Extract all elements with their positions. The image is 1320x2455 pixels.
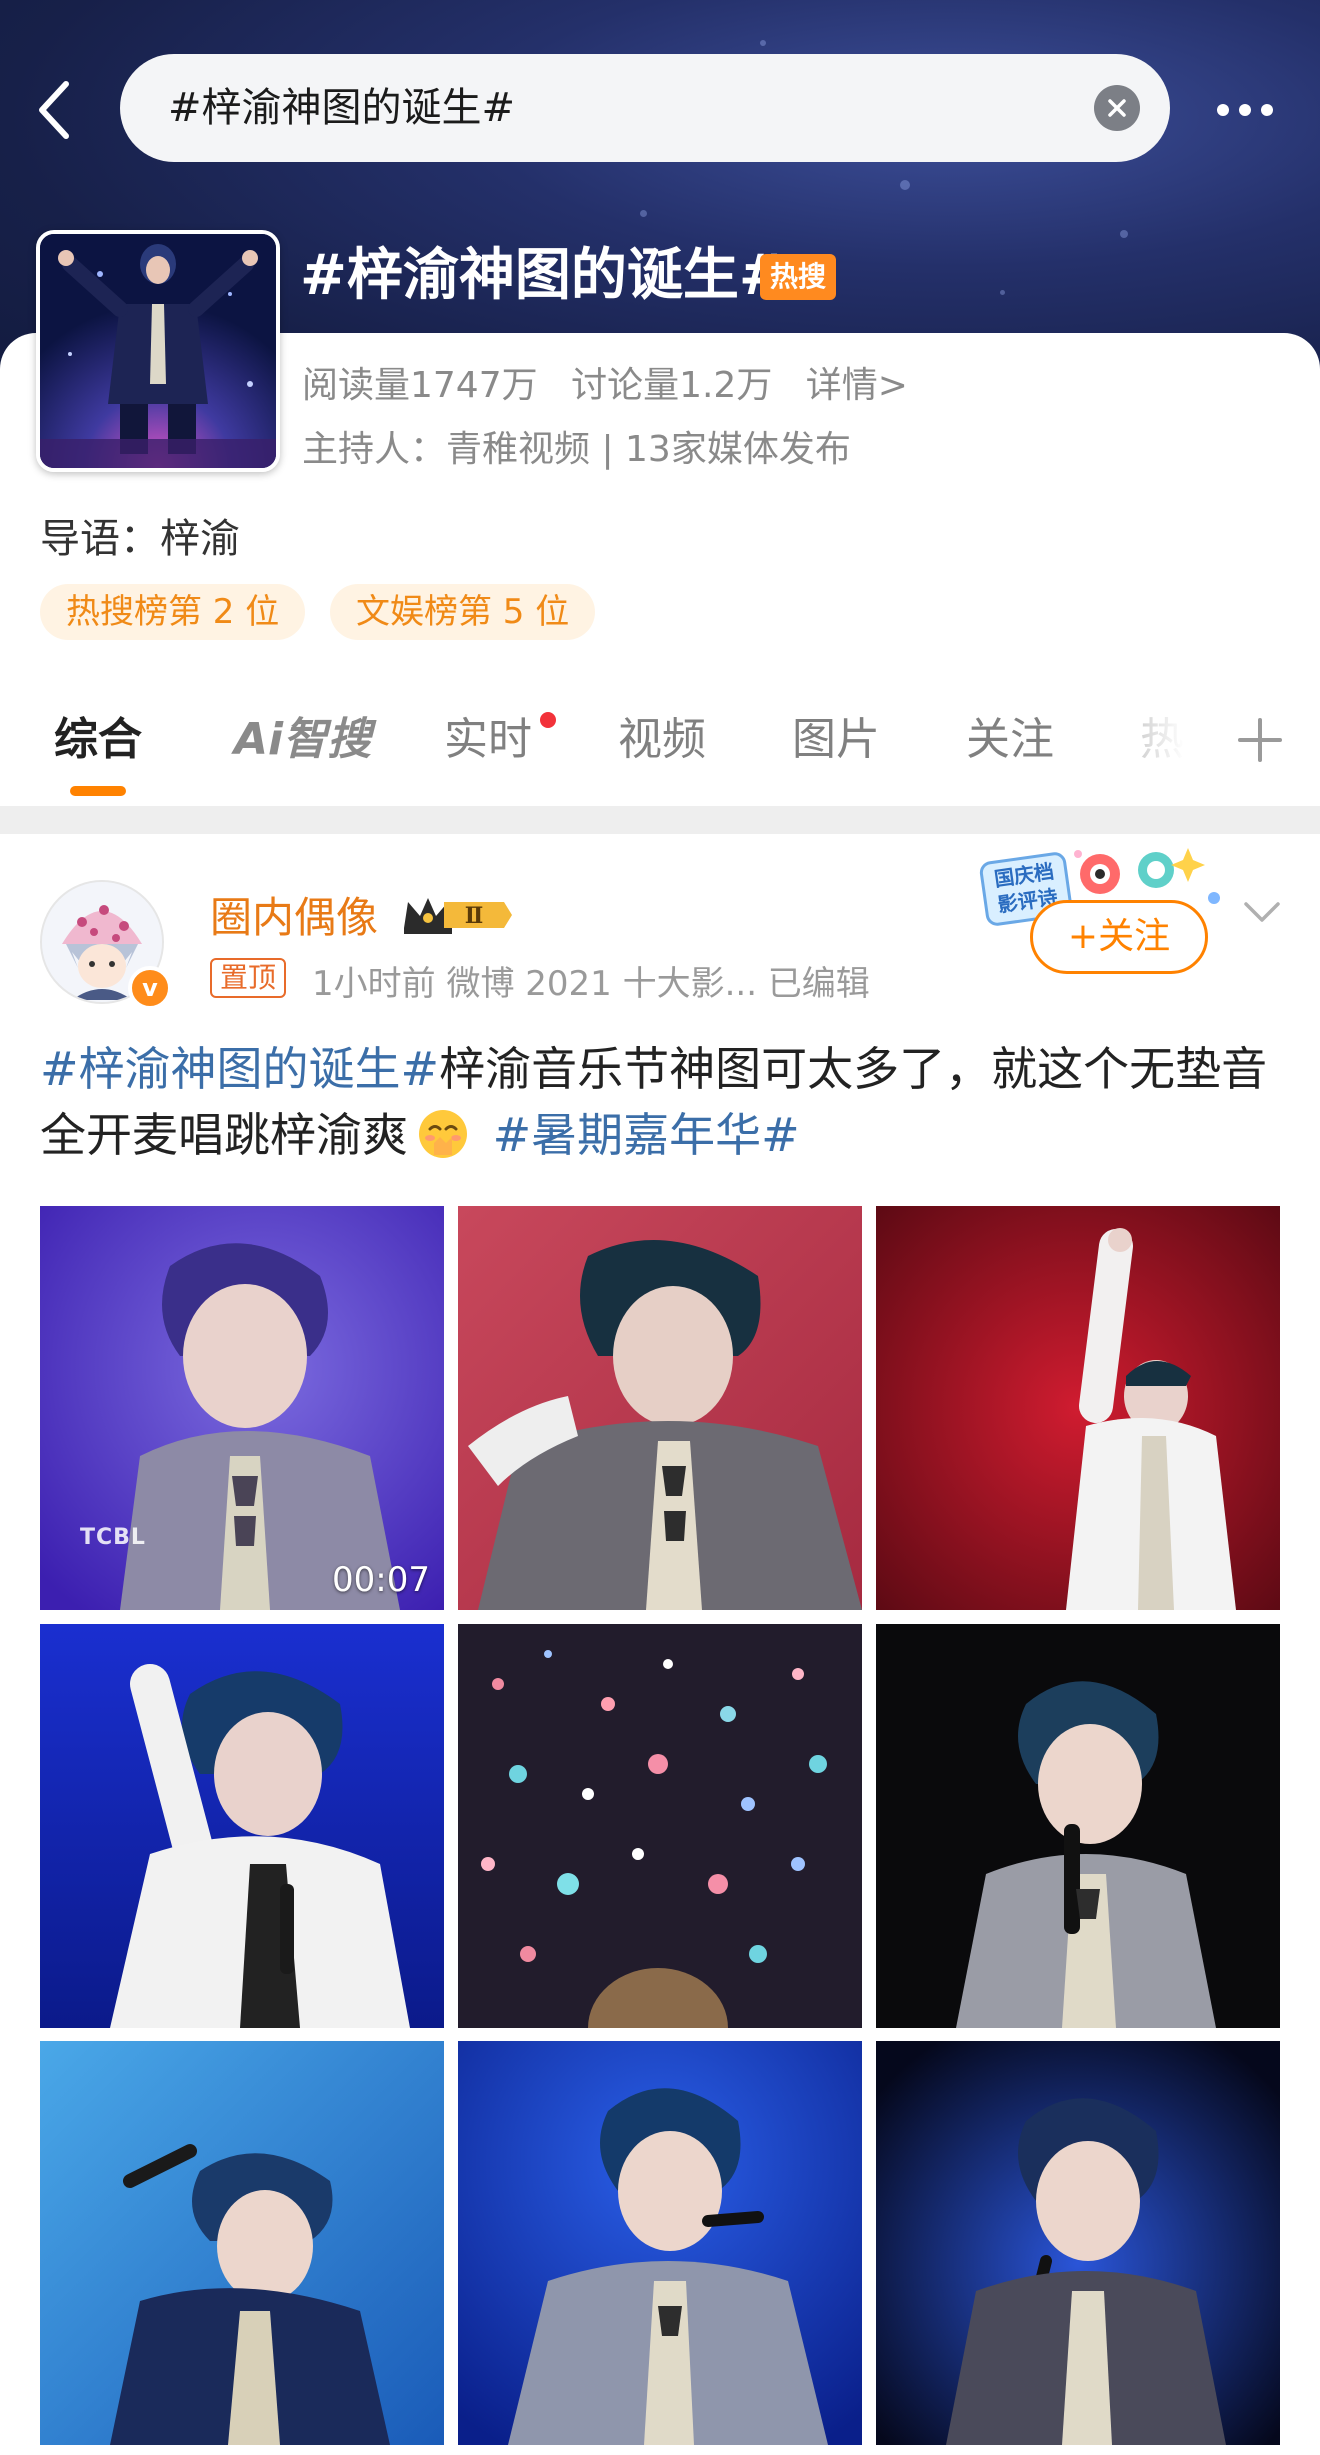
photo-7 <box>40 2041 444 2445</box>
hot-rank-tag[interactable]: 热搜榜第 2 位 <box>40 584 306 640</box>
clear-search-button[interactable] <box>1094 85 1140 131</box>
post-image[interactable] <box>876 2041 1280 2445</box>
tab-ai-search[interactable]: Ai智搜 <box>234 690 371 790</box>
cover-photo <box>40 234 276 468</box>
back-button[interactable] <box>24 70 84 150</box>
crown-icon: Ⅱ <box>404 898 512 934</box>
topic-link[interactable]: #梓渝神图的诞生# <box>40 1042 439 1096</box>
topic-cover-image[interactable] <box>36 230 280 472</box>
post-video-thumbnail[interactable]: TCBL 00:07 <box>40 1206 444 1610</box>
post-image[interactable] <box>876 1624 1280 2028</box>
back-arrow-icon <box>39 81 69 139</box>
photo-2 <box>458 1206 862 1610</box>
post-image[interactable] <box>458 2041 862 2445</box>
emoji-icon <box>419 1110 467 1158</box>
more-dots-icon <box>1217 104 1229 116</box>
post-image[interactable] <box>458 1624 862 2028</box>
follow-button[interactable]: +关注 <box>1030 900 1208 974</box>
photo-4 <box>40 1624 444 2028</box>
post-meta: 1小时前 微博 2021 十大影... 已编辑 <box>312 964 870 1004</box>
post-image[interactable] <box>40 2041 444 2445</box>
discussion-count: 讨论量1.2万 <box>571 365 773 406</box>
plus-icon[interactable] <box>1234 714 1286 766</box>
new-content-dot <box>540 712 556 728</box>
photo-3 <box>876 1206 1280 1610</box>
topic-title: #梓渝神图的诞生# <box>300 243 786 308</box>
photo-5 <box>458 1624 862 2028</box>
search-bar[interactable]: #梓渝神图的诞生# <box>120 54 1170 162</box>
photo-6 <box>876 1624 1280 2028</box>
tab-scroll-fade <box>1130 690 1190 790</box>
more-options-button[interactable] <box>1200 70 1290 150</box>
author-name[interactable]: 圈内偶像 <box>210 884 378 945</box>
topic-link-summer[interactable]: #暑期嘉年华# <box>493 1108 800 1162</box>
tab-images[interactable]: 图片 <box>792 690 880 790</box>
clear-icon <box>1108 99 1126 117</box>
active-tab-indicator <box>70 786 126 796</box>
crown-level: Ⅱ <box>465 903 484 929</box>
video-duration: 00:07 <box>332 1560 430 1600</box>
topic-host-line[interactable]: 主持人：青稚视频 | 13家媒体发布 <box>302 420 851 472</box>
tab-comprehensive[interactable]: 综合 <box>54 690 142 790</box>
post-image[interactable] <box>876 1206 1280 1610</box>
video-watermark: TCBL <box>80 1525 146 1550</box>
tab-video[interactable]: 视频 <box>618 690 706 790</box>
topic-intro: 导语：梓渝 <box>40 516 240 562</box>
pinned-tag: 置顶 <box>210 958 287 998</box>
post-image[interactable] <box>40 1624 444 2028</box>
page: #梓渝神图的诞生# #梓渝神图的诞生# 热搜 阅读量1747万 讨论量1.2万 … <box>0 0 1320 2455</box>
photo-9 <box>876 2041 1280 2445</box>
entertainment-rank-tag[interactable]: 文娱榜第 5 位 <box>330 584 596 640</box>
section-divider <box>0 806 1320 834</box>
tab-bar: 综合 Ai智搜 实时 视频 图片 关注 热 <box>0 690 1320 800</box>
chevron-down-icon[interactable] <box>1240 890 1284 934</box>
search-input[interactable]: #梓渝神图的诞生# <box>168 54 515 162</box>
verified-badge-icon: v <box>128 966 172 1010</box>
post-content: #梓渝神图的诞生#梓渝音乐节神图可太多了，就这个无垫音全开麦唱跳梓渝爽 #暑期嘉… <box>40 1036 1280 1168</box>
details-link[interactable]: 详情> <box>806 365 908 406</box>
tab-realtime[interactable]: 实时 <box>444 690 532 790</box>
read-count: 阅读量1747万 <box>302 365 538 406</box>
post-image[interactable] <box>458 1206 862 1610</box>
hot-search-badge: 热搜 <box>760 254 837 300</box>
tab-following[interactable]: 关注 <box>966 690 1054 790</box>
topic-stats: 阅读量1747万 讨论量1.2万 详情> <box>302 356 930 408</box>
photo-8 <box>458 2041 862 2445</box>
